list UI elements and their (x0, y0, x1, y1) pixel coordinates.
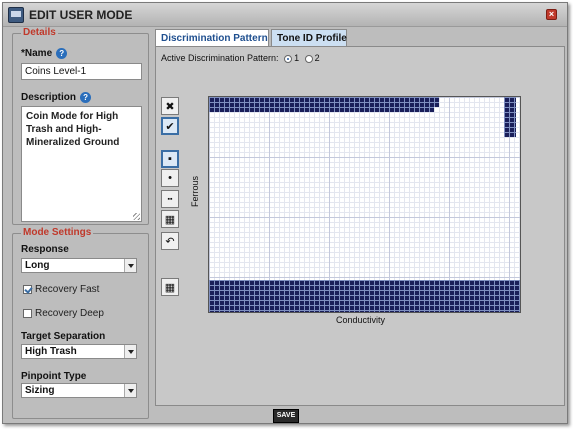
chevron-down-icon[interactable] (124, 259, 136, 272)
rejected-cells-top-right (504, 97, 516, 137)
small-brush-tool-button[interactable]: • (161, 169, 179, 187)
description-textarea[interactable]: Coin Mode for High Trash and High-Minera… (21, 106, 142, 222)
mode-settings-legend: Mode Settings (21, 227, 94, 238)
pinpoint-type-value: Sizing (25, 385, 55, 396)
app-window-icon (8, 7, 24, 23)
mode-settings-fieldset: Mode Settings Response Long Recovery Fas… (12, 227, 149, 419)
details-fieldset: Details *Name? Coins Level-1 Description… (12, 27, 149, 225)
chevron-down-icon[interactable] (124, 384, 136, 397)
active-pattern-row: Active Discrimination Pattern: 1 2 (161, 53, 320, 63)
medium-brush-tool-button[interactable]: ▪▪ (161, 190, 179, 208)
name-input[interactable]: Coins Level-1 (21, 63, 142, 80)
target-separation-select[interactable]: High Trash (21, 344, 137, 359)
undo-tool-button[interactable]: ↶ (161, 232, 179, 250)
tab-tone-id-profile[interactable]: Tone ID Profile (271, 29, 347, 46)
discrimination-panel: Active Discrimination Pattern: 1 2 ✖ ✔ ▪… (155, 46, 565, 406)
recovery-fast-checkbox[interactable] (23, 284, 32, 294)
grid-toggle-button[interactable]: ▦ (161, 278, 179, 296)
edit-user-mode-dialog: EDIT USER MODE × Details *Name? Coins Le… (2, 2, 568, 424)
reject-tool-button[interactable]: ✖ (161, 97, 179, 115)
name-label-row: *Name? (21, 48, 68, 60)
recovery-fast-row[interactable]: Recovery Fast (23, 284, 99, 295)
dialog-title: EDIT USER MODE (29, 8, 133, 22)
details-legend: Details (21, 27, 58, 38)
recovery-deep-row[interactable]: Recovery Deep (23, 308, 104, 319)
small-brush-icon: • (168, 172, 172, 184)
response-label: Response (21, 244, 69, 255)
close-icon[interactable]: × (546, 9, 557, 20)
recovery-deep-checkbox[interactable] (23, 308, 32, 318)
recovery-fast-label: Recovery Fast (35, 284, 100, 295)
target-separation-value: High Trash (25, 346, 77, 357)
description-text: Coin Mode for High Trash and High-Minera… (26, 111, 120, 148)
x-axis-label: Conductivity (336, 315, 386, 325)
left-column: Details *Name? Coins Level-1 Description… (11, 27, 149, 421)
active-pattern-label: Active Discrimination Pattern: (161, 53, 279, 63)
large-brush-tool-button[interactable]: ▦ (161, 210, 179, 228)
name-label: *Name (21, 48, 53, 60)
single-cell-pointer-icon: ▪ (168, 153, 172, 165)
undo-icon: ↶ (165, 235, 175, 248)
pinpoint-type-label: Pinpoint Type (21, 371, 87, 382)
rejected-cells-top-edge (434, 97, 439, 107)
grid-toggle-icon: ▦ (164, 281, 176, 294)
response-select[interactable]: Long (21, 258, 137, 273)
pattern-1-label: 1 (294, 53, 300, 63)
discrimination-grid[interactable] (208, 96, 521, 313)
chevron-down-icon[interactable] (124, 345, 136, 358)
description-label: Description (21, 92, 77, 104)
pattern-1-radio[interactable] (284, 54, 293, 63)
help-icon[interactable]: ? (56, 48, 68, 59)
large-brush-icon: ▦ (164, 213, 176, 226)
reject-icon: ✖ (165, 100, 175, 113)
recovery-deep-label: Recovery Deep (35, 308, 104, 319)
single-cell-tool-button[interactable]: ▪ (161, 150, 179, 168)
y-axis-label: Ferrous (190, 175, 200, 207)
accept-tool-button[interactable]: ✔ (161, 117, 179, 135)
rejected-cells-bottom (209, 280, 520, 312)
accept-icon: ✔ (165, 120, 175, 133)
pattern-2-label: 2 (314, 53, 320, 63)
help-icon[interactable]: ? (80, 92, 92, 103)
pattern-2-radio[interactable] (304, 54, 313, 63)
target-separation-label: Target Separation (21, 331, 106, 342)
pinpoint-type-select[interactable]: Sizing (21, 383, 137, 398)
medium-brush-icon: ▪▪ (167, 195, 173, 203)
description-label-row: Description? (21, 92, 92, 104)
resize-grip-icon[interactable] (133, 213, 140, 220)
rejected-cells-top-mid (394, 97, 434, 112)
response-value: Long (25, 260, 50, 271)
tab-discrimination-pattern[interactable]: Discrimination Pattern (155, 29, 269, 46)
title-bar: EDIT USER MODE × (3, 3, 567, 27)
save-button[interactable]: SAVE (273, 409, 299, 423)
